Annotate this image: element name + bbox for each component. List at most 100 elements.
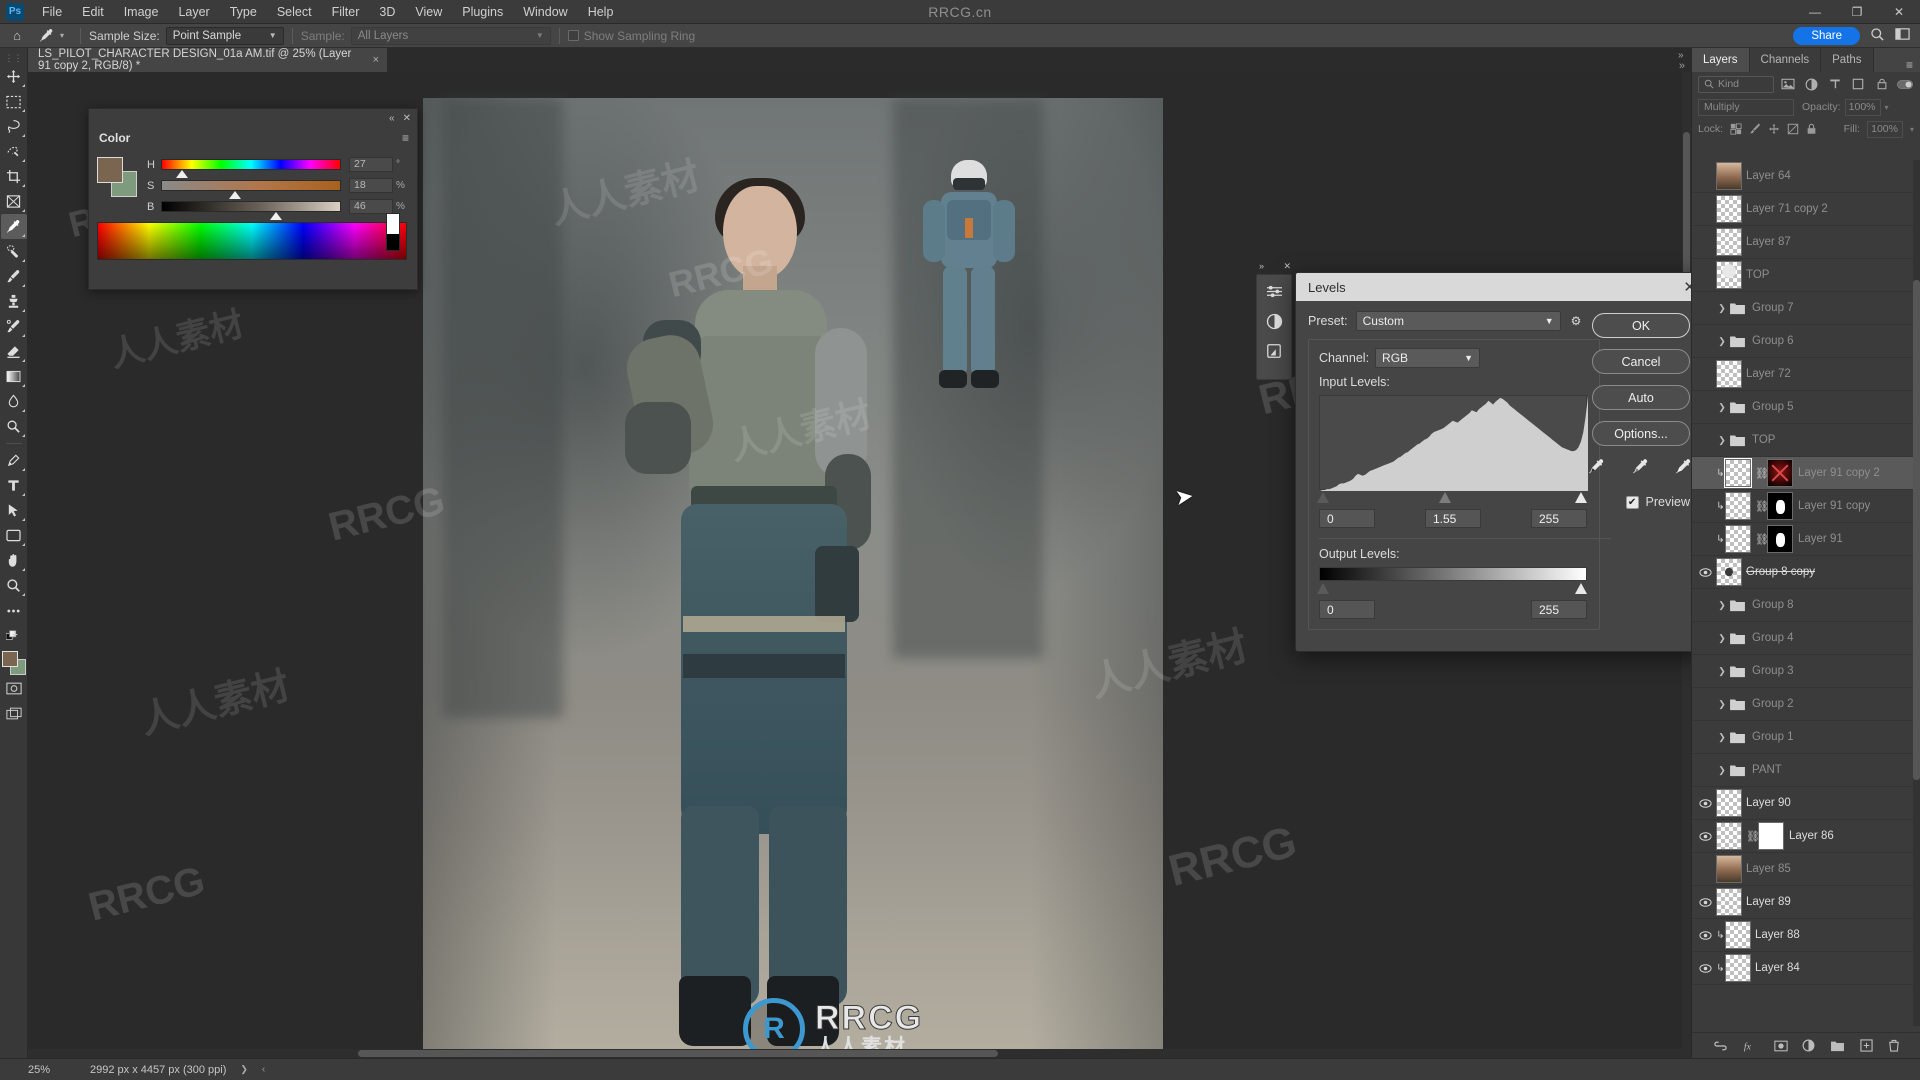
table-row[interactable]: ⛓ Layer 86 <box>1692 820 1920 853</box>
menu-view[interactable]: View <box>405 0 452 24</box>
opacity-value[interactable]: 100% <box>1844 98 1881 116</box>
table-row[interactable]: Group 8 copy <box>1692 556 1920 589</box>
gear-icon[interactable]: ⚙ <box>1571 314 1582 328</box>
hue-thumb[interactable] <box>175 170 188 178</box>
options-button[interactable]: Options... <box>1592 421 1690 446</box>
layer-thumbnail[interactable] <box>1716 558 1742 586</box>
table-row[interactable]: ↳ Layer 88 <box>1692 919 1920 952</box>
quick-mask-icon[interactable] <box>1 676 27 701</box>
history-brush-tool[interactable] <box>1 314 27 339</box>
color-panel-swatches[interactable] <box>97 157 137 197</box>
saturation-thumb[interactable] <box>228 191 241 199</box>
visibility-eye-icon[interactable] <box>1694 963 1716 973</box>
color-swatches[interactable] <box>1 650 27 676</box>
brightness-thumb[interactable] <box>269 212 282 220</box>
chevron-right-icon[interactable]: ❯ <box>240 1064 248 1075</box>
path-selection-tool[interactable] <box>1 498 27 523</box>
eraser-tool[interactable] <box>1 339 27 364</box>
layer-thumbnail[interactable] <box>1725 921 1751 949</box>
table-row[interactable]: ❯ Group 6 <box>1692 325 1920 358</box>
input-shadow-marker[interactable] <box>1317 492 1329 503</box>
new-adjustment-layer-icon[interactable] <box>1262 339 1286 363</box>
visibility-eye-icon[interactable] <box>1694 831 1716 841</box>
layer-mask-thumbnail[interactable] <box>1767 492 1793 520</box>
object-selection-tool[interactable] <box>1 139 27 164</box>
table-row[interactable]: ↳ ⛓ Layer 91 copy 2 <box>1692 457 1920 490</box>
sample-select[interactable]: All Layers ▼ <box>350 26 551 45</box>
table-row[interactable]: Layer 71 copy 2 <box>1692 193 1920 226</box>
layer-mask-thumbnail[interactable] <box>1758 822 1784 850</box>
input-highlight-field[interactable]: 255 <box>1531 509 1587 528</box>
group-expand-chevron-icon[interactable]: ❯ <box>1716 402 1728 413</box>
output-shadow-field[interactable]: 0 <box>1319 600 1375 619</box>
output-shadow-marker[interactable] <box>1317 583 1329 594</box>
toggle-filter-icon[interactable] <box>1897 76 1914 93</box>
type-filter-icon[interactable] <box>1826 76 1843 93</box>
group-expand-chevron-icon[interactable]: ❯ <box>1716 765 1728 776</box>
menu-image[interactable]: Image <box>114 0 169 24</box>
menu-file[interactable]: File <box>32 0 72 24</box>
foreground-color-swatch[interactable] <box>1 651 18 667</box>
dodge-tool[interactable] <box>1 414 27 439</box>
menu-layer[interactable]: Layer <box>168 0 219 24</box>
lock-pixels-icon[interactable] <box>1749 123 1761 135</box>
tool-preset-chevron-icon[interactable]: ▾ <box>60 31 64 40</box>
table-row[interactable]: ❯ Group 1 <box>1692 721 1920 754</box>
input-gamma-marker[interactable] <box>1439 492 1451 503</box>
brightness-track[interactable] <box>161 201 341 220</box>
table-row[interactable]: Layer 64 <box>1692 160 1920 193</box>
hue-value[interactable]: 27 <box>349 157 393 172</box>
hue-track[interactable] <box>161 159 341 178</box>
color-spectrum-ramp[interactable] <box>97 222 407 260</box>
lock-transparency-icon[interactable] <box>1730 123 1742 135</box>
eyedropper-tool[interactable] <box>0 214 27 239</box>
adjustment-layer-icon[interactable] <box>1802 1039 1815 1052</box>
layer-thumbnail[interactable] <box>1716 261 1742 289</box>
menu-filter[interactable]: Filter <box>322 0 370 24</box>
close-icon[interactable]: × <box>373 54 379 66</box>
document-tab[interactable]: LS_PILOT_CHARACTER DESIGN_01a AM.tif @ 2… <box>28 48 388 72</box>
layers-panel-scrollbar[interactable] <box>1913 160 1920 1026</box>
delete-layer-icon[interactable] <box>1888 1039 1900 1052</box>
output-levels-slider[interactable] <box>1317 582 1587 596</box>
new-group-icon[interactable] <box>1830 1040 1845 1052</box>
table-row[interactable]: ↳ ⛓ Layer 91 <box>1692 523 1920 556</box>
brush-tool[interactable] <box>1 264 27 289</box>
layer-mask-thumbnail[interactable] <box>1767 525 1793 553</box>
scroll-thumb-horizontal[interactable] <box>358 1050 998 1057</box>
rectangular-marquee-tool[interactable] <box>1 89 27 114</box>
spot-healing-brush-tool[interactable] <box>1 239 27 264</box>
layer-thumbnail[interactable] <box>1716 195 1742 223</box>
new-layer-icon[interactable] <box>1860 1039 1873 1052</box>
table-row[interactable]: ❯ Group 8 <box>1692 589 1920 622</box>
zoom-tool[interactable] <box>1 573 27 598</box>
color-panel[interactable]: « ✕ Color ≡ H 27 ° S 18 % B 46 % <box>88 108 418 290</box>
fill-chevron-icon[interactable]: ▾ <box>1910 125 1914 134</box>
close-icon-color-panel[interactable]: ✕ <box>403 113 411 124</box>
menu-type[interactable]: Type <box>220 0 267 24</box>
show-sampling-ring-checkbox[interactable]: Show Sampling Ring <box>567 29 701 43</box>
table-row[interactable]: Layer 72 <box>1692 358 1920 391</box>
ok-button[interactable]: OK <box>1592 313 1690 338</box>
default-colors-icon[interactable] <box>1 623 27 648</box>
sample-size-select[interactable]: Point Sample ▼ <box>165 26 284 45</box>
layer-thumbnail[interactable] <box>1716 162 1742 190</box>
output-highlight-field[interactable]: 255 <box>1531 600 1587 619</box>
group-expand-chevron-icon[interactable]: ❯ <box>1716 600 1728 611</box>
table-row[interactable]: ❯ Group 2 <box>1692 688 1920 721</box>
home-icon[interactable]: ⌂ <box>4 28 30 43</box>
table-row[interactable]: ↳ Layer 84 <box>1692 952 1920 985</box>
group-expand-chevron-icon[interactable]: ❯ <box>1716 732 1728 743</box>
foreground-color-swatch-panel[interactable] <box>97 157 123 183</box>
lasso-tool[interactable] <box>1 114 27 139</box>
preset-select[interactable]: Custom ▼ <box>1355 311 1561 331</box>
table-row[interactable]: ↳ ⛓ Layer 91 copy <box>1692 490 1920 523</box>
input-gamma-field[interactable]: 1.55 <box>1425 509 1481 528</box>
menu-select[interactable]: Select <box>267 0 322 24</box>
menu-plugins[interactable]: Plugins <box>452 0 513 24</box>
saturation-value[interactable]: 18 <box>349 178 393 193</box>
hand-tool[interactable] <box>1 548 27 573</box>
lock-all-icon[interactable] <box>1806 123 1817 135</box>
tab-channels[interactable]: Channels <box>1749 48 1822 72</box>
table-row[interactable]: Layer 89 <box>1692 886 1920 919</box>
